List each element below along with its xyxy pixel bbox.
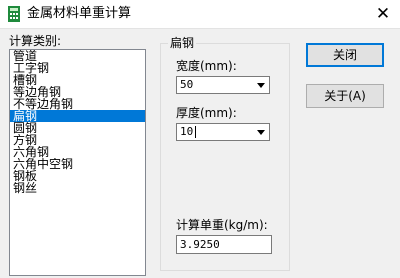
list-item[interactable]: 钢丝 [10, 182, 145, 194]
width-value: 50 [180, 78, 194, 91]
category-listbox[interactable]: 管道 工字钢 槽钢 等边角钢 不等边角钢 扁钢 圆钢 方钢 六角钢 六角中空钢 钢板 钢丝 [9, 49, 146, 276]
unit-weight-value: 3.9250 [180, 238, 220, 251]
thickness-label: 厚度(mm): [176, 106, 237, 120]
list-item[interactable]: 钢板 [10, 170, 145, 182]
calculator-icon [6, 6, 22, 22]
width-label: 宽度(mm): [176, 59, 237, 73]
list-item[interactable]: 扁钢 [10, 110, 145, 122]
category-label: 计算类别: [9, 34, 62, 48]
chevron-down-icon[interactable] [253, 77, 269, 93]
thickness-value: 10 [180, 125, 194, 138]
window-title: 金属材料单重计算 [27, 6, 132, 21]
list-item[interactable]: 等边角钢 [10, 86, 145, 98]
unit-weight-label: 计算单重(kg/m): [176, 218, 268, 232]
text-caret [195, 126, 196, 138]
width-combobox[interactable]: 50 [176, 76, 270, 94]
list-item[interactable]: 管道 [10, 50, 145, 62]
list-item[interactable]: 圆钢 [10, 122, 145, 134]
dialog-body: 计算类别: 管道 工字钢 槽钢 等边角钢 不等边角钢 扁钢 圆钢 方钢 六角钢 六角中空钢 钢板 钢丝… [0, 28, 400, 278]
close-button[interactable]: 关闭 [306, 43, 384, 67]
list-item[interactable]: 不等边角钢 [10, 98, 145, 110]
title-bar: 金属材料单重计算 ✕ [0, 0, 400, 28]
group-title: 扁钢 [168, 36, 197, 50]
list-item[interactable]: 六角钢 [10, 146, 145, 158]
unit-weight-field[interactable]: 3.9250 [176, 235, 272, 254]
thickness-combobox[interactable]: 10 [176, 123, 270, 141]
close-window-button[interactable]: ✕ [372, 4, 394, 24]
list-item[interactable]: 工字钢 [10, 62, 145, 74]
list-item[interactable]: 槽钢 [10, 74, 145, 86]
chevron-down-icon[interactable] [253, 124, 269, 140]
about-button[interactable]: 关于(A) [306, 84, 384, 108]
list-item[interactable]: 方钢 [10, 134, 145, 146]
list-item[interactable]: 六角中空钢 [10, 158, 145, 170]
